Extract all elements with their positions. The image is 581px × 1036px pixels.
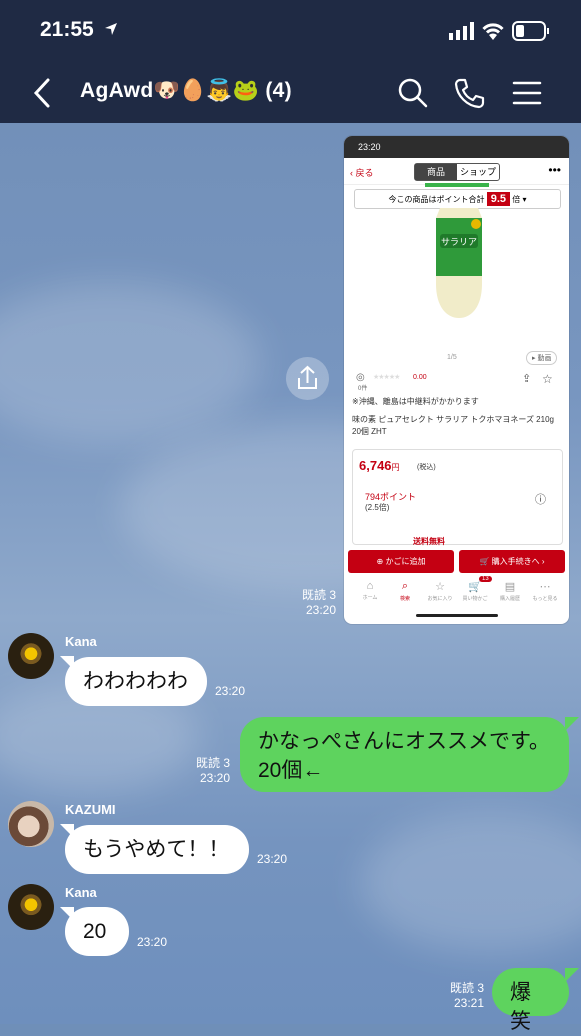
shared-screenshot-image[interactable]: 23:20 ‹ 戻る 商品 ショップ ••• 今この商品はポイント合計 9.5 … [344,136,569,624]
image-pager: 1/5 [447,354,457,361]
price: 6,746円 [359,458,400,473]
product-image: サラリア [436,208,482,318]
signal-icon [449,22,474,40]
price-box: 6,746円 (税込) 794ポイント (2.5倍) ⓘ 送料無料 [352,449,563,546]
checkout-button: 🛒 購入手続きへ › [459,550,565,573]
call-button[interactable] [452,76,486,110]
message-bubble[interactable]: 20 [65,907,129,956]
info-icon: ⓘ [535,494,546,506]
shipping-note: ※沖縄、離島は中継料がかかります [352,397,479,406]
favorite-star-icon: ☆ [542,372,553,386]
screenshot-tab-bar: ⌂ ホーム ⌕ 検索 ☆ お気に入り 🛒 買い物かご 13 ▤ 購入履歴 ⋯ もっと見る [344,576,569,610]
share-icon [298,365,317,389]
sender-name: Kana [65,885,97,900]
review-icon: ◎ [356,372,365,383]
avatar-kana[interactable] [8,633,54,679]
tab-cart: 🛒 買い物かご 13 [459,576,492,602]
tab-favorites: ☆ お気に入り [424,580,456,602]
chat-header: 21:55 AgAwd🐶🥚👼🐸 (4) [0,0,581,123]
search-icon: ⌕ [401,580,409,592]
product-name: 味の素 ピュアセレクト サラリア トクホマヨネーズ 210g 20個 ZHT [352,415,554,436]
free-shipping: 送料無料 [413,537,445,546]
chat-title: AgAwd🐶🥚👼🐸 (4) [80,79,292,102]
screenshot-time: 23:20 [358,142,381,152]
points-rate: (2.5倍) [365,503,390,512]
home-icon: ⌂ [366,580,374,592]
screenshot-button-row: ⊕ かごに追加 🛒 購入手続きへ › [348,550,565,573]
message-bubble[interactable]: わわわわわ [65,657,207,706]
tab-history: ▤ 購入履歴 [494,580,526,602]
message-time: 23:20 [137,935,168,949]
message-time: 23:20 [215,684,246,698]
points-bar: 今この商品はポイント合計 9.5 倍 ▾ [354,189,561,209]
tab-more: ⋯ もっと見る [529,580,561,602]
segment-control: 商品 ショップ [414,163,500,181]
read-receipt: 既読 3 23:21 [449,981,484,1010]
star-icon: ☆ [435,581,445,593]
home-indicator [416,614,498,617]
battery-icon [512,21,549,41]
rating-row: ◎ 0件 ★★★★★ 0.00 ⇪ ☆ [356,372,561,392]
avatar-kana[interactable] [8,884,54,930]
search-button[interactable] [396,76,430,110]
share-button[interactable] [286,357,329,400]
share-icon: ⇪ [522,373,532,385]
tab-search: ⌕ 検索 [389,580,421,602]
message-bubble[interactable]: かなっぺさんにオススメです。 20個← [240,717,569,792]
location-icon [105,23,117,35]
screenshot-nav: ‹ 戻る 商品 ショップ ••• [344,158,569,185]
green-strip [425,183,489,187]
receipt-icon: ▤ [504,581,516,593]
read-receipt: 既読 3 23:20 [195,756,230,785]
screenshot-status-bar: 23:20 [344,136,569,158]
sender-name: KAZUMI [65,802,116,817]
video-pill: ▸ 動画 [526,351,558,365]
back-button[interactable] [28,76,58,110]
svg-text:サラリア: サラリア [441,237,477,248]
sender-name: Kana [65,634,97,649]
message-bubble[interactable]: もうやめて！！ [65,825,249,874]
more-icon: ⋯ [539,581,551,593]
read-receipt: 既読 3 23:20 [301,588,336,617]
message-bubble[interactable]: 爆笑 [492,968,569,1033]
more-icon: ••• [548,163,561,177]
rating-stars: ★★★★★ [373,374,400,381]
tab-home: ⌂ ホーム [354,580,386,601]
rating-value: 0.00 [413,374,427,381]
menu-button[interactable] [510,76,544,110]
segment-shop: ショップ [459,167,496,177]
screenshot-back-label: ‹ 戻る [350,168,374,178]
tax-label: (税込) [417,464,436,471]
add-to-cart-button: ⊕ かごに追加 [348,550,454,573]
cart-badge: 13 [479,576,492,582]
status-time: 21:55 [40,18,94,41]
segment-product: 商品 [415,164,457,180]
avatar-kazumi[interactable] [8,801,54,847]
review-count: 0件 [358,386,368,392]
wifi-icon [482,23,504,40]
message-time: 23:20 [257,852,288,866]
